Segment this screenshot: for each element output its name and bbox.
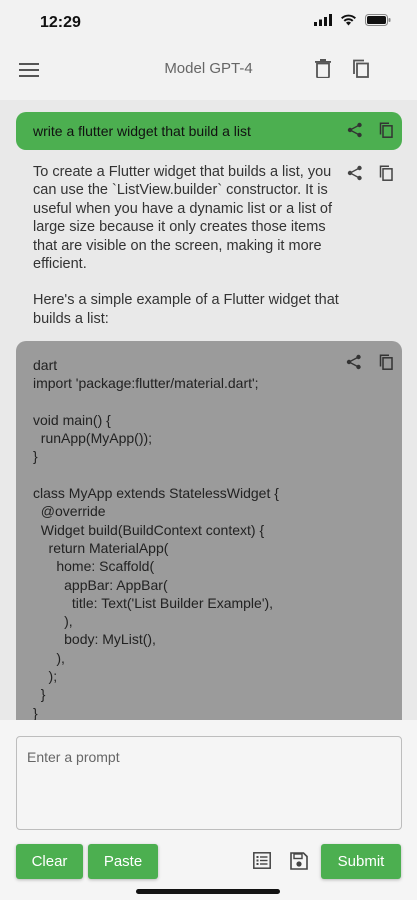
list-button[interactable]: [250, 850, 274, 874]
copy-icon: [378, 353, 393, 373]
app-bar: Model GPT-4: [0, 44, 417, 100]
list-icon: [253, 852, 271, 872]
prompt-bubble: write a flutter widget that build a list: [16, 112, 402, 150]
share-icon: [347, 165, 363, 184]
copy-code-button[interactable]: [373, 351, 397, 375]
save-icon: [290, 851, 308, 873]
wifi-icon: [340, 13, 357, 31]
answer-paragraph: Here's a simple example of a Flutter wid…: [33, 292, 339, 327]
copy-all-button[interactable]: [346, 56, 374, 84]
battery-icon: [365, 13, 391, 31]
clear-button[interactable]: Clear: [16, 844, 83, 879]
status-bar: 12:29: [0, 0, 417, 44]
copy-icon: [378, 121, 393, 141]
share-code-button[interactable]: [342, 351, 366, 375]
submit-button[interactable]: Submit: [321, 844, 401, 879]
home-indicator: [136, 889, 280, 894]
code-block: dart import 'package:flutter/material.da…: [16, 341, 402, 720]
answer-paragraph: To create a Flutter widget that builds a…: [33, 164, 333, 273]
share-answer-button[interactable]: [343, 162, 367, 186]
code-text: dart import 'package:flutter/material.da…: [33, 357, 279, 720]
status-icons: [314, 13, 391, 31]
status-time: 12:29: [40, 14, 81, 31]
input-area: Clear Paste Submit: [0, 720, 417, 900]
answer-text: To create a Flutter widget that builds a…: [33, 163, 351, 346]
prompt-input[interactable]: [16, 736, 402, 830]
share-prompt-button[interactable]: [343, 119, 367, 143]
paste-button[interactable]: Paste: [88, 844, 158, 879]
delete-button[interactable]: [309, 56, 337, 84]
save-button[interactable]: [287, 850, 311, 874]
prompt-text: write a flutter widget that build a list: [33, 123, 251, 139]
chat-area[interactable]: write a flutter widget that build a list…: [0, 100, 417, 720]
trash-icon: [315, 59, 331, 81]
copy-icon: [378, 164, 393, 184]
signal-icon: [314, 13, 332, 31]
copy-icon: [351, 59, 369, 81]
share-icon: [347, 122, 363, 141]
copy-prompt-button[interactable]: [373, 119, 397, 143]
share-icon: [346, 354, 362, 373]
copy-answer-button[interactable]: [373, 162, 397, 186]
